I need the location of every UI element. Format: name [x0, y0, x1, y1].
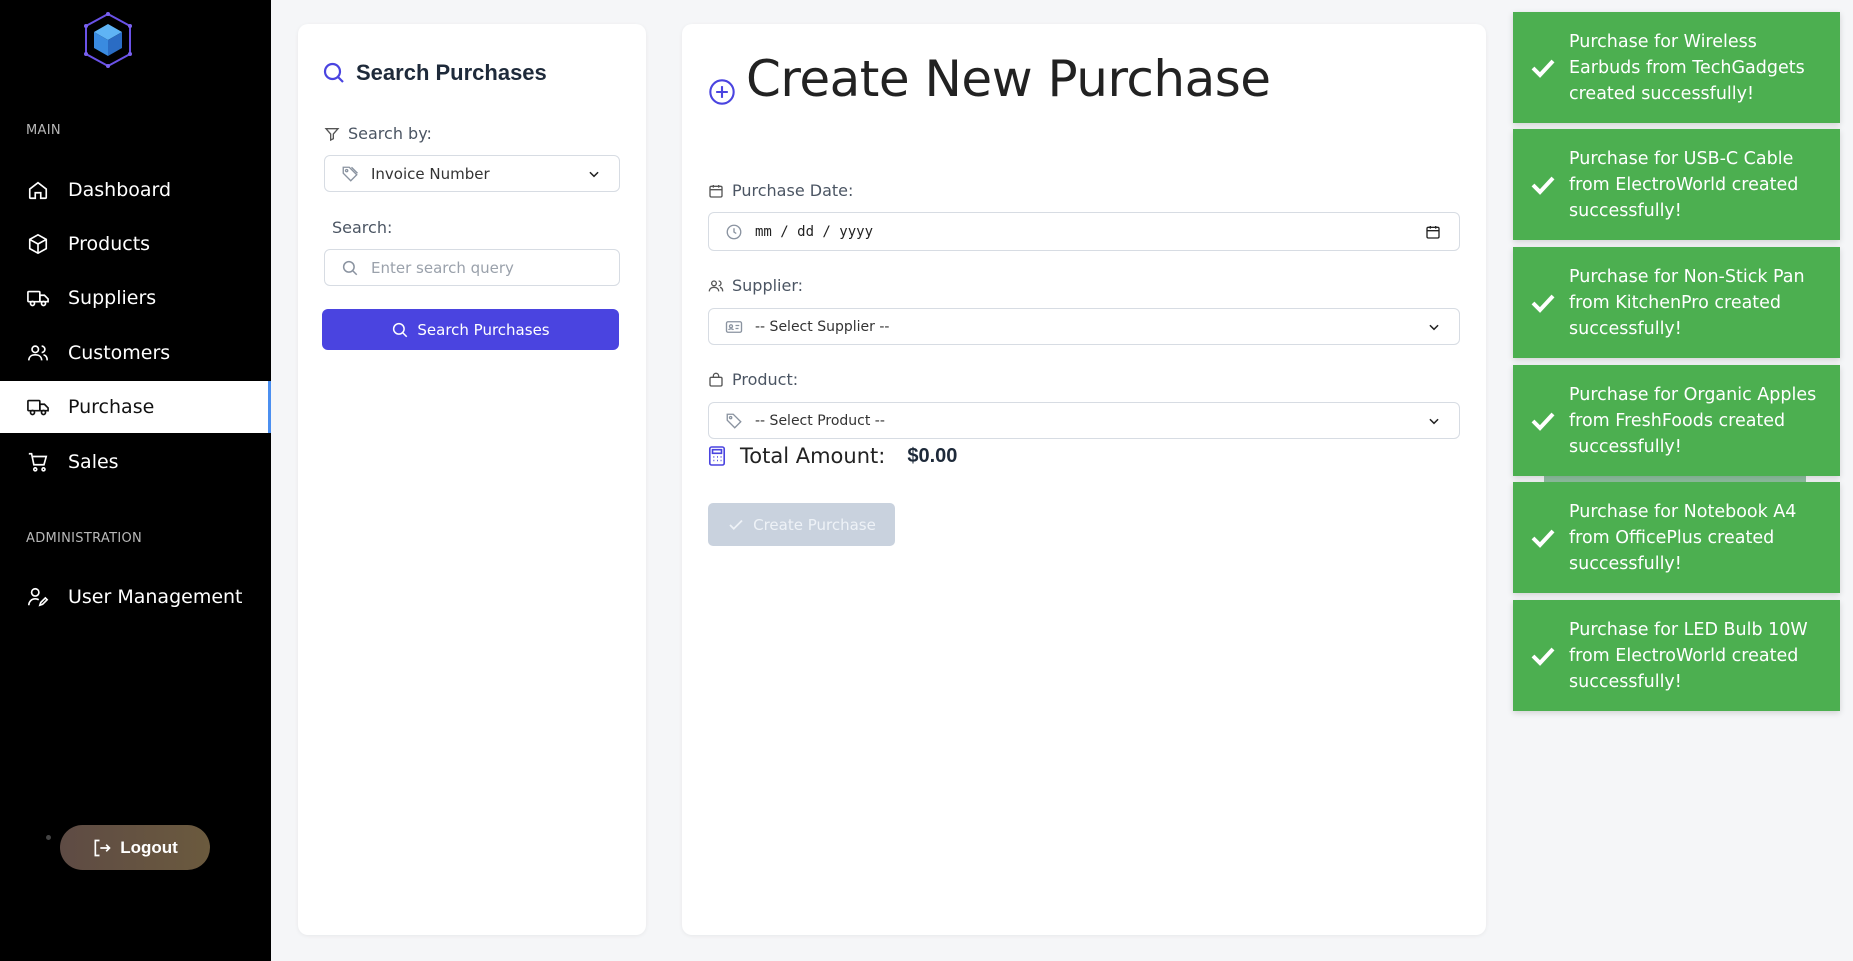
toast-notification[interactable]: Purchase for USB-C Cable from ElectroWor… [1513, 129, 1840, 240]
truck-icon [26, 395, 50, 419]
supplier-select-value: -- Select Supplier -- [755, 318, 890, 335]
purchase-date-label: Purchase Date: [708, 181, 853, 200]
chevron-down-icon [1427, 414, 1441, 428]
search-icon [393, 322, 408, 337]
toast-notification[interactable]: Purchase for Notebook A4 from OfficePlus… [1513, 482, 1840, 593]
calendar-picker-icon[interactable] [1425, 224, 1441, 240]
user-edit-icon [26, 585, 50, 609]
check-icon [1513, 645, 1569, 667]
toast-notification[interactable]: Purchase for Non-Stick Pan from KitchenP… [1513, 247, 1840, 358]
page-title: Create New Purchase [746, 50, 1271, 108]
purchase-date-label-text: Purchase Date: [732, 181, 854, 200]
purchase-date-input[interactable]: mm / dd / yyyy [708, 212, 1460, 251]
sidebar-item-label: Customers [68, 342, 171, 364]
product-select[interactable]: -- Select Product -- [708, 402, 1460, 439]
sidebar-item-customers[interactable]: Customers [0, 327, 271, 379]
search-by-label: Search by: [324, 124, 432, 143]
check-icon [1513, 527, 1569, 549]
toast-message: Purchase for LED Bulb 10W from ElectroWo… [1569, 619, 1808, 692]
tag-icon [341, 165, 359, 183]
sidebar-item-products[interactable]: Products [0, 218, 271, 270]
toast-notification[interactable]: Purchase for Organic Apples from FreshFo… [1513, 365, 1840, 476]
total-amount-value: $0.00 [907, 444, 958, 467]
search-input[interactable]: Enter search query [324, 249, 620, 286]
sidebar-item-label: Sales [68, 451, 119, 473]
toast-message: Purchase for Notebook A4 from OfficePlus… [1569, 501, 1797, 574]
sidebar-item-sales[interactable]: Sales [0, 436, 271, 488]
search-by-value: Invoice Number [371, 164, 490, 183]
logout-label: Logout [120, 837, 178, 857]
logout-button[interactable]: Logout [60, 825, 210, 870]
sidebar-item-purchase[interactable]: Purchase [0, 381, 271, 433]
sidebar-item-label: Dashboard [68, 179, 172, 201]
search-label: Search: [332, 218, 393, 237]
search-icon [341, 259, 359, 277]
toast-message: Purchase for Organic Apples from FreshFo… [1569, 384, 1817, 457]
truck-icon [26, 286, 50, 310]
home-icon [26, 178, 50, 202]
total-amount-label: Total Amount: [740, 444, 886, 468]
search-icon [323, 62, 344, 83]
check-icon [1513, 410, 1569, 432]
search-by-select[interactable]: Invoice Number [324, 155, 620, 192]
shopping-bag-icon [709, 372, 723, 387]
plus-circle-icon [709, 79, 735, 105]
search-panel-title-text: Search Purchases [356, 60, 547, 85]
logout-icon [94, 839, 111, 856]
sidebar: MAIN Dashboard Products Suppliers Custom… [0, 0, 271, 961]
toast-message: Purchase for Non-Stick Pan from KitchenP… [1569, 266, 1805, 339]
product-label: Product: [708, 370, 798, 389]
sidebar-item-label: Suppliers [68, 287, 157, 309]
calculator-icon [708, 446, 726, 466]
filter-icon [324, 127, 340, 141]
sidebar-item-label: Purchase [68, 396, 155, 418]
sidebar-item-dashboard[interactable]: Dashboard [0, 164, 271, 216]
sidebar-item-label: User Management [68, 586, 243, 608]
users-icon [26, 341, 50, 365]
tag-icon [725, 412, 743, 430]
search-input-placeholder: Enter search query [371, 258, 514, 277]
cart-icon [26, 450, 50, 474]
chevron-down-icon [587, 167, 601, 181]
product-label-text: Product: [732, 370, 799, 389]
sidebar-item-label: Products [68, 233, 151, 255]
toast-message: Purchase for USB-C Cable from ElectroWor… [1569, 148, 1799, 221]
supplier-label: Supplier: [708, 276, 803, 295]
toast-notification[interactable]: Purchase for Wireless Earbuds from TechG… [1513, 12, 1840, 123]
main-section-label: MAIN [26, 123, 61, 138]
box-icon [26, 232, 50, 256]
calendar-icon [709, 184, 723, 198]
toast-notification[interactable]: Purchase for LED Bulb 10W from ElectroWo… [1513, 600, 1840, 711]
sidebar-item-suppliers[interactable]: Suppliers [0, 272, 271, 324]
create-purchase-button-label: Create Purchase [753, 515, 876, 534]
admin-section-label: ADMINISTRATION [26, 531, 143, 546]
total-amount: Total Amount: $0.00 [708, 444, 957, 468]
check-icon [729, 519, 743, 530]
users-icon [708, 279, 724, 291]
supplier-label-text: Supplier: [732, 276, 804, 295]
purchase-date-placeholder: mm / dd / yyyy [755, 223, 874, 240]
search-panel-title: Search Purchases [322, 60, 547, 86]
supplier-select[interactable]: -- Select Supplier -- [708, 308, 1460, 345]
search-purchases-button-label: Search Purchases [417, 320, 550, 339]
search-by-label-text: Search by: [348, 124, 432, 143]
toast-message: Purchase for Wireless Earbuds from TechG… [1569, 31, 1805, 104]
clock-icon [725, 223, 743, 241]
check-icon [1513, 174, 1569, 196]
check-icon [1513, 57, 1569, 79]
check-icon [1513, 292, 1569, 314]
create-purchase-heading: Create New Purchase [708, 50, 1271, 108]
app-logo-icon [84, 12, 132, 68]
status-dot [46, 835, 51, 840]
create-purchase-panel: Create New Purchase Purchase Date: mm / … [682, 24, 1486, 935]
sidebar-item-user-management[interactable]: User Management [0, 571, 271, 623]
id-card-icon [725, 318, 743, 336]
search-purchases-button[interactable]: Search Purchases [322, 309, 619, 350]
create-purchase-button[interactable]: Create Purchase [708, 503, 895, 546]
product-select-value: -- Select Product -- [755, 412, 885, 429]
search-purchases-panel: Search Purchases Search by: Invoice Numb… [298, 24, 646, 935]
chevron-down-icon [1427, 320, 1441, 334]
